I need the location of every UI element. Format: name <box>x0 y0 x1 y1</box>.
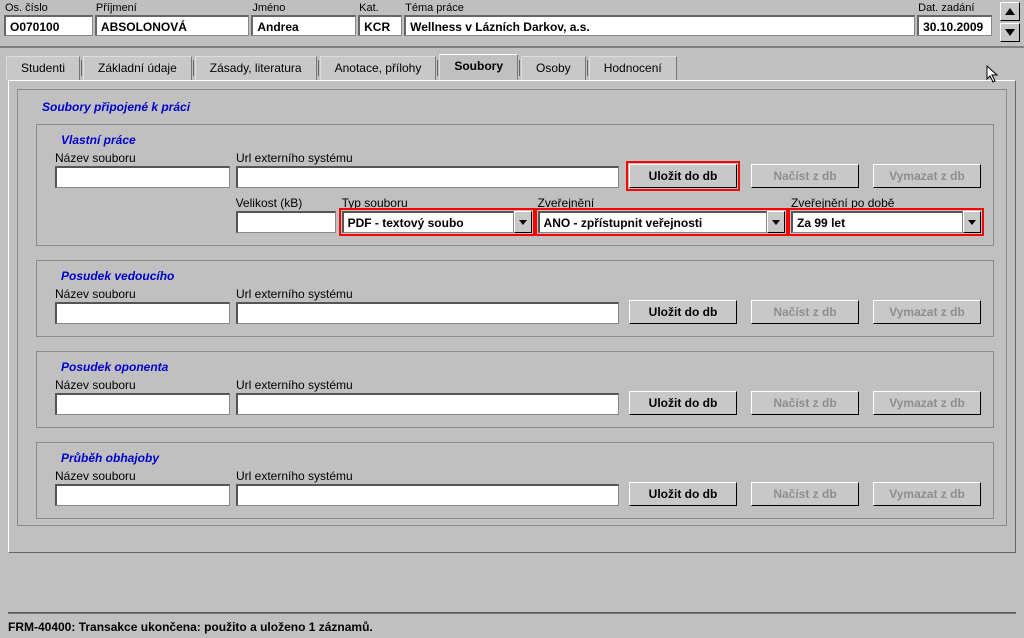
file-group-legend: Posudek oponenta <box>55 360 174 374</box>
load-from-db-button[interactable]: Načíst z db <box>751 391 859 415</box>
files-fieldset: Soubory připojené k práci Vlastní práce N… <box>17 89 1007 526</box>
file-group-3: Průběh obhajoby Název souboru Url externíh… <box>36 442 994 519</box>
save-to-db-button[interactable]: Uložit do db <box>629 164 737 188</box>
input-nazev[interactable] <box>55 484 230 506</box>
load-from-db-button[interactable]: Načíst z db <box>751 300 859 324</box>
tab-separator <box>587 60 588 76</box>
delete-from-db-button[interactable]: Vymazat z db <box>873 482 981 506</box>
load-from-db-button[interactable]: Načíst z db <box>751 164 859 188</box>
header-col-5: Dat. zadání30.10.2009 <box>917 2 992 36</box>
input-nazev[interactable] <box>55 166 230 188</box>
file-row-main: Název souboru Url externího systému Uložit… <box>55 151 981 188</box>
chevron-down-icon[interactable] <box>963 211 981 233</box>
tab-bar: StudentiZákladní údajeZásady, literatura… <box>0 48 1024 80</box>
label-nazev: Název souboru <box>55 151 230 165</box>
combo-zverejneni[interactable] <box>538 211 786 233</box>
tab-z-sady-literatura[interactable]: Zásady, literatura <box>195 56 317 80</box>
header-label: Kat. <box>358 2 402 14</box>
tab-body-soubory: Soubory připojené k práci Vlastní práce N… <box>8 80 1016 553</box>
header-value[interactable]: KCR <box>358 15 402 36</box>
tab-z-kladn-daje[interactable]: Základní údaje <box>83 56 192 80</box>
input-url[interactable] <box>236 393 619 415</box>
combo-input-zverejneni[interactable] <box>538 211 768 233</box>
label-typ: Typ souboru <box>342 196 532 210</box>
delete-from-db-button[interactable]: Vymazat z db <box>873 300 981 324</box>
header-value[interactable]: ABSOLONOVÁ <box>95 15 249 36</box>
save-to-db-button[interactable]: Uložit do db <box>629 482 737 506</box>
input-nazev[interactable] <box>55 302 230 324</box>
label-url: Url externího systému <box>236 469 619 483</box>
tab-separator <box>519 60 520 76</box>
input-url[interactable] <box>236 302 619 324</box>
file-group-legend: Posudek vedoucího <box>55 269 180 283</box>
delete-from-db-button[interactable]: Vymazat z db <box>873 391 981 415</box>
label-nazev: Název souboru <box>55 469 230 483</box>
header-col-2: JménoAndrea <box>251 2 356 36</box>
input-velikost[interactable] <box>236 211 336 233</box>
file-group-legend: Vlastní práce <box>55 133 142 147</box>
record-header: Os. čísloO070100PříjmeníABSOLONOVÁJménoA… <box>0 0 1024 48</box>
header-col-1: PříjmeníABSOLONOVÁ <box>95 2 249 36</box>
file-row-main: Název souboru Url externího systému Uložit… <box>55 469 981 506</box>
load-from-db-button[interactable]: Načíst z db <box>751 482 859 506</box>
header-label: Os. číslo <box>4 2 93 14</box>
file-row-options: Velikost (kB) Typ souboru Zveřejnění Zveřej… <box>55 196 981 233</box>
combo-input-zverejneni-po[interactable] <box>791 211 963 233</box>
file-group-1: Posudek vedoucího Název souboru Url extern… <box>36 260 994 337</box>
files-fieldset-legend: Soubory připojené k práci <box>36 100 196 114</box>
input-url[interactable] <box>236 484 619 506</box>
label-nazev: Název souboru <box>55 378 230 392</box>
header-label: Příjmení <box>95 2 249 14</box>
status-area: FRM-40400: Transakce ukončena: použito a… <box>0 606 1024 638</box>
header-value[interactable]: O070100 <box>4 15 93 36</box>
header-value[interactable]: 30.10.2009 <box>917 15 992 36</box>
tab-separator <box>437 60 438 76</box>
combo-zverejneni-po[interactable] <box>791 211 981 233</box>
header-label: Dat. zadání <box>917 2 992 14</box>
tab-soubory[interactable]: Soubory <box>439 54 518 80</box>
file-group-0: Vlastní práce Název souboru Url externího … <box>36 124 994 246</box>
tab-hodnocen-[interactable]: Hodnocení <box>589 56 677 80</box>
label-url: Url externího systému <box>236 151 619 165</box>
file-row-main: Název souboru Url externího systému Uložit… <box>55 378 981 415</box>
chevron-down-icon[interactable] <box>767 211 785 233</box>
tab-anotace-p-lohy[interactable]: Anotace, přílohy <box>320 56 437 80</box>
tab-separator <box>318 60 319 76</box>
tab-osoby[interactable]: Osoby <box>521 56 586 80</box>
input-url[interactable] <box>236 166 619 188</box>
save-to-db-button[interactable]: Uložit do db <box>629 300 737 324</box>
file-group-legend: Průběh obhajoby <box>55 451 165 465</box>
status-divider <box>8 612 1016 614</box>
label-velikost: Velikost (kB) <box>236 196 336 210</box>
tab-separator <box>81 60 82 76</box>
label-nazev: Název souboru <box>55 287 230 301</box>
file-group-2: Posudek oponenta Název souboru Url externí… <box>36 351 994 428</box>
chevron-down-icon[interactable] <box>514 211 532 233</box>
label-zverejneni: Zveřejnění <box>538 196 786 210</box>
scroll-up-button[interactable] <box>1000 2 1020 21</box>
scroll-down-button[interactable] <box>1000 23 1020 42</box>
header-col-0: Os. čísloO070100 <box>4 2 93 36</box>
tab-separator <box>193 60 194 76</box>
label-url: Url externího systému <box>236 378 619 392</box>
header-col-4: Téma práceWellness v Lázních Darkov, a.s… <box>404 2 915 36</box>
delete-from-db-button[interactable]: Vymazat z db <box>873 164 981 188</box>
file-row-main: Název souboru Url externího systému Uložit… <box>55 287 981 324</box>
label-url: Url externího systému <box>236 287 619 301</box>
header-label: Téma práce <box>404 2 915 14</box>
tab-studenti[interactable]: Studenti <box>6 56 80 80</box>
combo-typ[interactable] <box>342 211 532 233</box>
combo-input-typ[interactable] <box>342 211 514 233</box>
save-to-db-button[interactable]: Uložit do db <box>629 391 737 415</box>
label-zverejneni-po: Zveřejnění po době <box>791 196 981 210</box>
header-label: Jméno <box>251 2 356 14</box>
input-nazev[interactable] <box>55 393 230 415</box>
status-message: FRM-40400: Transakce ukončena: použito a… <box>6 618 1018 636</box>
header-value[interactable]: Andrea <box>251 15 356 36</box>
header-col-3: Kat.KCR <box>358 2 402 36</box>
header-value[interactable]: Wellness v Lázních Darkov, a.s. <box>404 15 915 36</box>
